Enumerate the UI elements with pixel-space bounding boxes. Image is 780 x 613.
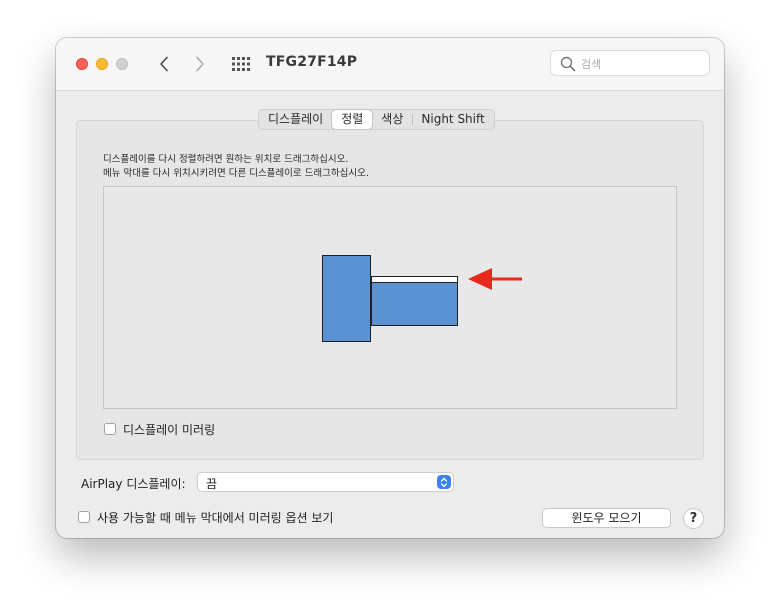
tab-display[interactable]: 디스플레이: [259, 110, 332, 129]
menu-bar-handle[interactable]: [371, 276, 458, 283]
back-button[interactable]: [153, 52, 175, 76]
search-icon: [560, 56, 576, 72]
minimize-button[interactable]: [96, 58, 108, 70]
display-arrangement-area: [103, 186, 677, 409]
search-input[interactable]: [579, 54, 703, 74]
airplay-display-select[interactable]: 끔: [197, 472, 454, 492]
search-field[interactable]: [550, 50, 710, 76]
zoom-button[interactable]: [116, 58, 128, 70]
red-arrow-icon: [468, 268, 522, 290]
display-thumbnail-main[interactable]: [322, 255, 371, 342]
grid-icon: [232, 57, 250, 71]
mirror-displays-checkbox[interactable]: [104, 423, 116, 435]
window-title: TFG27F14P: [266, 54, 358, 70]
help-button[interactable]: ?: [683, 508, 704, 529]
show-all-button[interactable]: [230, 54, 252, 74]
forward-button[interactable]: [189, 52, 211, 76]
instruction-line-2: 메뉴 막대를 다시 위치시키려면 다른 디스플레이로 드래그하십시오.: [103, 168, 369, 179]
select-stepper-icon: [437, 475, 451, 489]
airplay-display-label: AirPlay 디스플레이:: [81, 477, 186, 491]
tab-night-shift[interactable]: Night Shift: [412, 110, 493, 129]
mirror-displays-label: 디스플레이 미러링: [123, 423, 216, 437]
chevron-left-icon: [160, 56, 168, 72]
show-mirroring-options-label: 사용 가능할 때 메뉴 막대에서 미러링 옵션 보기: [97, 511, 334, 525]
gather-windows-button[interactable]: 윈도우 모으기: [542, 508, 671, 528]
arrangement-instructions: 디스플레이를 다시 정렬하려면 원하는 위치로 드래그하십시오. 메뉴 막대를 …: [103, 153, 369, 181]
display-thumbnail-secondary[interactable]: [371, 276, 458, 326]
titlebar: TFG27F14P: [56, 38, 724, 91]
tab-arrangement[interactable]: 정렬: [332, 110, 373, 129]
instruction-line-1: 디스플레이를 다시 정렬하려면 원하는 위치로 드래그하십시오.: [103, 154, 349, 165]
tab-bar: 디스플레이 정렬 색상 Night Shift: [258, 109, 495, 130]
preferences-window: TFG27F14P 디스플레이 정렬 색상 Night Shift 디스플레이를…: [56, 38, 724, 538]
chevron-right-icon: [196, 56, 204, 72]
airplay-selected-value: 끔: [206, 477, 218, 491]
tab-color[interactable]: 색상: [372, 110, 412, 129]
close-button[interactable]: [76, 58, 88, 70]
show-mirroring-options-checkbox[interactable]: [78, 511, 90, 523]
